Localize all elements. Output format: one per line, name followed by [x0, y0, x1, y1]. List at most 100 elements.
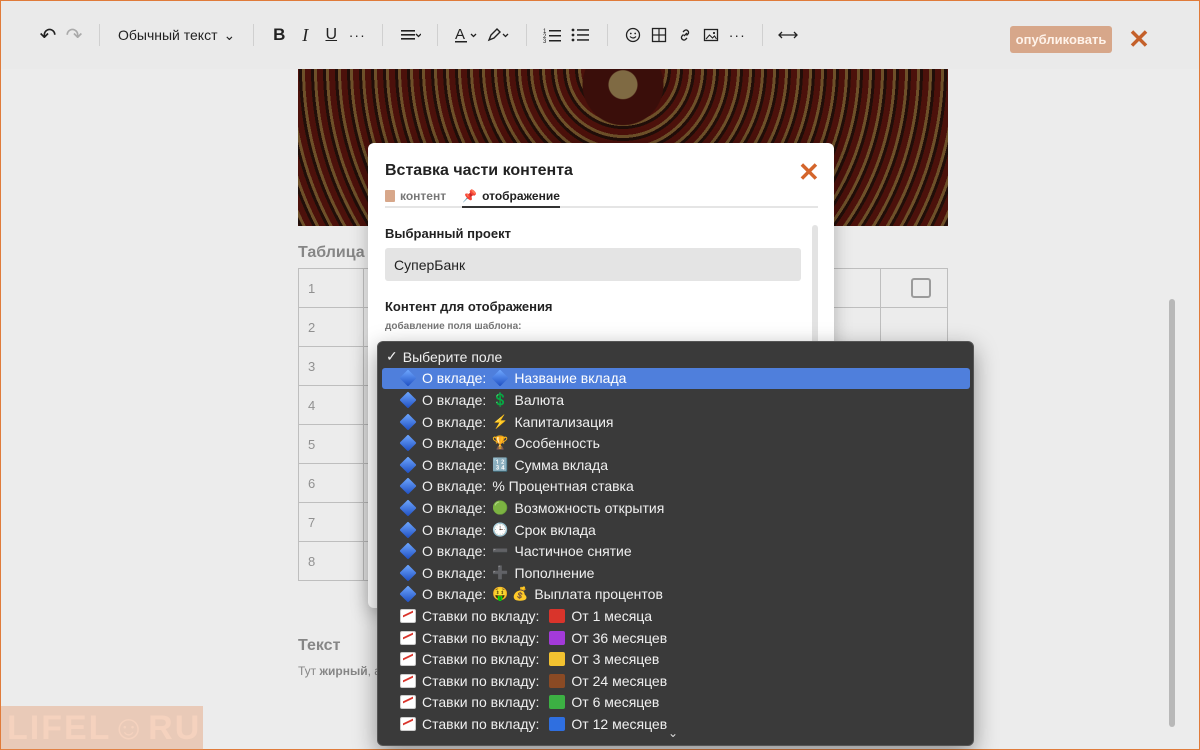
project-label: Выбранный проект	[385, 226, 511, 241]
option-group-label: Ставки по вкладу:	[422, 672, 540, 689]
dropdown-option[interactable]: Ставки по вкладу: От 1 месяца	[382, 605, 970, 627]
text-body-bold: жирный	[319, 664, 368, 678]
dropdown-option[interactable]: О вкладе: 🤑 💰 Выплата процентов	[382, 584, 970, 606]
tab-content[interactable]: контент	[385, 186, 446, 206]
modal-title: Вставка части контента	[385, 162, 573, 179]
table-cell[interactable]: 5	[298, 424, 364, 464]
blue-diamond-icon	[399, 499, 417, 517]
option-group-label: О вкладе:	[422, 413, 487, 430]
blue-diamond-icon	[399, 542, 417, 560]
option-label: От 24 месяцев	[571, 672, 668, 689]
option-label: Выплата процентов	[534, 586, 663, 603]
chart-up-icon	[400, 608, 416, 623]
option-group-label: О вкладе:	[422, 521, 487, 538]
dropdown-option[interactable]: О вкладе: ⚡ Капитализация	[382, 411, 970, 433]
option-group-label: О вкладе:	[422, 564, 487, 581]
option-group-label: О вкладе:	[422, 499, 487, 516]
dropdown-option[interactable]: О вкладе: ➕ Пополнение	[382, 562, 970, 584]
blue-diamond-icon	[399, 477, 417, 495]
text-paragraph: Тут жирный, а	[298, 664, 381, 678]
link-button[interactable]	[672, 21, 698, 49]
tab-content-label: контент	[400, 189, 447, 203]
close-editor-icon[interactable]: ✕	[1127, 26, 1151, 52]
table-cell[interactable]: 8	[298, 541, 364, 581]
undo-icon[interactable]: ↶	[35, 21, 61, 49]
option-group-label: О вкладе:	[422, 370, 487, 387]
option-emoji-icon: ➕	[492, 564, 509, 580]
text-color-button[interactable]: A	[450, 21, 482, 49]
blue-diamond-icon	[399, 413, 417, 431]
table-cell[interactable]: 2	[298, 307, 364, 347]
highlight-button[interactable]	[482, 21, 514, 49]
underline-button[interactable]: U	[318, 21, 344, 49]
dropdown-option[interactable]: Ставки по вкладу: От 3 месяцев	[382, 648, 970, 670]
check-icon: ✓	[386, 348, 398, 365]
option-label: От 12 месяцев	[571, 715, 668, 732]
table-cell[interactable]: 3	[298, 346, 364, 386]
table-button[interactable]	[646, 21, 672, 49]
option-group-label: О вкладе:	[422, 586, 487, 603]
modal-scrollbar[interactable]	[812, 225, 818, 345]
redo-icon[interactable]: ↷	[61, 21, 87, 49]
chevron-down-icon: ⌄	[223, 26, 236, 43]
table-cell[interactable]: 7	[298, 502, 364, 542]
pin-icon: 📌	[462, 189, 478, 203]
scroll-down-chevron-icon[interactable]: ⌄	[668, 726, 678, 740]
bullet-list-button[interactable]	[567, 21, 595, 49]
link-icon	[681, 29, 690, 41]
table-cell[interactable]: 1	[298, 268, 364, 308]
text-style-select[interactable]: Обычный текст ⌄	[112, 21, 241, 49]
more-format-button[interactable]: ···	[344, 21, 370, 49]
dropdown-option[interactable]: О вкладе: 🟢 Возможность открытия	[382, 497, 970, 519]
document-icon	[385, 190, 395, 202]
option-emoji-icon: 🕒	[492, 521, 509, 537]
color-square-icon	[549, 695, 566, 710]
dropdown-option[interactable]: Ставки по вкладу: От 36 месяцев	[382, 627, 970, 649]
emoji-button[interactable]	[620, 21, 646, 49]
dropdown-option[interactable]: О вкладе: Название вклада	[382, 367, 970, 390]
italic-button[interactable]: I	[292, 21, 318, 49]
option-group-label: О вкладе:	[422, 456, 487, 473]
table-heading: Таблица	[298, 244, 365, 261]
text-style-label: Обычный текст	[118, 27, 218, 43]
fullscreen-icon[interactable]	[911, 278, 931, 298]
option-emoji-icon: 💲	[492, 391, 509, 407]
text-body-start: Тут	[298, 664, 320, 678]
option-label: Валюта	[514, 391, 565, 408]
blue-diamond-icon	[399, 585, 417, 603]
more-insert-button[interactable]: ···	[724, 21, 750, 49]
option-label: Возможность открытия	[514, 499, 665, 516]
publish-button[interactable]: опубликовать	[1010, 26, 1112, 53]
text-heading: Текст	[298, 637, 341, 654]
bold-button[interactable]: B	[266, 21, 292, 49]
dropdown-option[interactable]: О вкладе: ➖ Частичное снятие	[382, 540, 970, 562]
dropdown-placeholder-option[interactable]: ✓ Выберите поле	[382, 346, 970, 368]
close-modal-icon[interactable]: ✕	[798, 157, 820, 188]
field-select-dropdown[interactable]: ✓ Выберите поле О вкладе: Название вклада…	[377, 341, 974, 746]
align-button[interactable]	[395, 21, 425, 49]
placeholder-label: Выберите поле	[402, 348, 503, 365]
option-group-label: Ставки по вкладу:	[422, 607, 540, 624]
table-cell[interactable]: 4	[298, 385, 364, 425]
tab-display[interactable]: 📌 отображение	[462, 186, 560, 208]
table-cell[interactable]: 6	[298, 463, 364, 503]
option-label: От 1 месяца	[571, 607, 653, 624]
option-label: Название вклада	[514, 370, 627, 387]
numbered-list-button[interactable]: 123	[539, 21, 567, 49]
dropdown-option[interactable]: О вкладе: 🕒 Срок вклада	[382, 519, 970, 541]
dropdown-option[interactable]: О вкладе: 💲 Валюта	[382, 389, 970, 411]
dropdown-option[interactable]: О вкладе: 🏆 Особенность	[382, 432, 970, 454]
page-scrollbar[interactable]	[1169, 299, 1175, 727]
blue-diamond-icon	[399, 564, 417, 582]
project-field[interactable]: СуперБанк	[385, 248, 801, 281]
toolbar-divider	[382, 24, 384, 46]
smiley-icon	[626, 27, 641, 43]
dropdown-option[interactable]: Ставки по вкладу: От 6 месяцев	[382, 692, 970, 714]
blue-diamond-icon	[399, 434, 417, 452]
dropdown-option[interactable]: О вкладе: 🔢 Сумма вклада	[382, 454, 970, 476]
dropdown-option[interactable]: Ставки по вкладу: От 24 месяцев	[382, 670, 970, 692]
image-button[interactable]	[698, 21, 724, 49]
width-toggle-button[interactable]	[775, 21, 801, 49]
dropdown-option[interactable]: О вкладе: % Процентная ставка	[382, 476, 970, 498]
option-label: Частичное снятие	[514, 543, 632, 560]
